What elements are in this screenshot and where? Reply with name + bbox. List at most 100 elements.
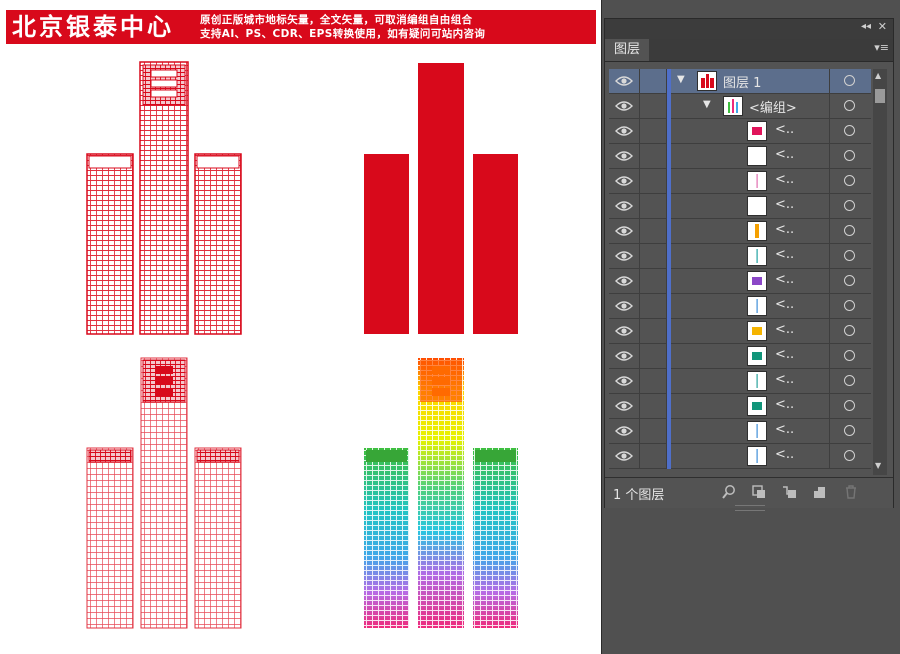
target-circle-icon[interactable] — [844, 75, 855, 86]
lock-toggle[interactable] — [639, 144, 667, 168]
target-cell[interactable] — [829, 194, 871, 218]
collapse-panel-icon[interactable]: ◂◂ — [861, 21, 871, 32]
lock-toggle[interactable] — [639, 269, 667, 293]
item-name[interactable]: <.. — [775, 372, 794, 387]
locate-object-icon[interactable] — [721, 484, 737, 500]
target-circle-icon[interactable] — [844, 450, 855, 461]
lock-toggle[interactable] — [639, 394, 667, 418]
visibility-eye-icon[interactable] — [615, 249, 633, 263]
lock-toggle[interactable] — [639, 219, 667, 243]
target-circle-icon[interactable] — [844, 375, 855, 386]
artwork-gradient-towers[interactable] — [364, 358, 518, 628]
item-name[interactable]: <.. — [775, 297, 794, 312]
artwork-grid-towers[interactable] — [86, 357, 242, 629]
item-name[interactable]: <.. — [775, 247, 794, 262]
layer-row-item[interactable]: <.. — [609, 169, 871, 194]
target-cell[interactable] — [829, 419, 871, 443]
layer-row-item[interactable]: <.. — [609, 144, 871, 169]
lock-toggle[interactable] — [639, 444, 667, 468]
artboard[interactable]: 北京银泰中心 原创正版城市地标矢量，全文矢量，可取消编组自由组合 支持AI、PS… — [0, 0, 602, 654]
target-cell[interactable] — [829, 394, 871, 418]
layer-row-item[interactable]: <.. — [609, 444, 871, 469]
lock-toggle[interactable] — [639, 169, 667, 193]
item-name[interactable]: <.. — [775, 147, 794, 162]
layer-row-item[interactable]: <.. — [609, 394, 871, 419]
target-circle-icon[interactable] — [844, 400, 855, 411]
target-circle-icon[interactable] — [844, 425, 855, 436]
item-name[interactable]: <.. — [775, 272, 794, 287]
target-circle-icon[interactable] — [844, 350, 855, 361]
artwork-solid-towers[interactable] — [364, 63, 518, 334]
target-cell[interactable] — [829, 94, 871, 118]
layer-row-item[interactable]: <.. — [609, 319, 871, 344]
target-cell[interactable] — [829, 144, 871, 168]
lock-toggle[interactable] — [639, 294, 667, 318]
group-name[interactable]: <编组> — [749, 97, 797, 116]
target-cell[interactable] — [829, 294, 871, 318]
target-cell[interactable] — [829, 119, 871, 143]
visibility-eye-icon[interactable] — [615, 149, 633, 163]
visibility-eye-icon[interactable] — [615, 299, 633, 313]
visibility-eye-icon[interactable] — [615, 274, 633, 288]
artwork-outline-towers[interactable] — [86, 61, 242, 335]
visibility-eye-icon[interactable] — [615, 424, 633, 438]
layer-row-layer-1[interactable]: ▼ 图层 1 — [609, 69, 871, 94]
target-circle-icon[interactable] — [844, 275, 855, 286]
item-name[interactable]: <.. — [775, 422, 794, 437]
lock-toggle[interactable] — [639, 244, 667, 268]
layer-row-item[interactable]: <.. — [609, 269, 871, 294]
target-cell[interactable] — [829, 244, 871, 268]
scroll-down-icon[interactable]: ▼ — [875, 461, 881, 470]
item-name[interactable]: <.. — [775, 172, 794, 187]
target-cell[interactable] — [829, 369, 871, 393]
target-cell[interactable] — [829, 444, 871, 468]
item-name[interactable]: <.. — [775, 347, 794, 362]
visibility-eye-icon[interactable] — [615, 349, 633, 363]
visibility-eye-icon[interactable] — [615, 99, 633, 113]
layer-row-item[interactable]: <.. — [609, 194, 871, 219]
expand-triangle-icon[interactable]: ▼ — [703, 99, 711, 110]
target-circle-icon[interactable] — [844, 150, 855, 161]
item-name[interactable]: <.. — [775, 222, 794, 237]
target-cell[interactable] — [829, 344, 871, 368]
layers-list[interactable]: ▼ 图层 1 ▼ <编组> <.. <.. <.. <.. <.. <.. <.… — [609, 69, 871, 475]
layer-name[interactable]: 图层 1 — [723, 72, 761, 91]
target-circle-icon[interactable] — [844, 175, 855, 186]
target-circle-icon[interactable] — [844, 125, 855, 136]
close-panel-icon[interactable]: ✕ — [878, 20, 887, 33]
item-name[interactable]: <.. — [775, 322, 794, 337]
item-name[interactable]: <.. — [775, 122, 794, 137]
visibility-eye-icon[interactable] — [615, 199, 633, 213]
scroll-up-icon[interactable]: ▲ — [875, 71, 881, 80]
visibility-eye-icon[interactable] — [615, 224, 633, 238]
layer-row-item[interactable]: <.. — [609, 119, 871, 144]
visibility-eye-icon[interactable] — [615, 449, 633, 463]
visibility-eye-icon[interactable] — [615, 74, 633, 88]
item-name[interactable]: <.. — [775, 197, 794, 212]
layer-row-item[interactable]: <.. — [609, 369, 871, 394]
panel-menu-icon[interactable]: ▾≡ — [874, 41, 889, 54]
lock-toggle[interactable] — [639, 194, 667, 218]
layer-row-item[interactable]: <.. — [609, 294, 871, 319]
layer-row-group[interactable]: ▼ <编组> — [609, 94, 871, 119]
layer-row-item[interactable]: <.. — [609, 219, 871, 244]
lock-toggle[interactable] — [639, 419, 667, 443]
lock-toggle[interactable] — [639, 369, 667, 393]
target-circle-icon[interactable] — [844, 325, 855, 336]
target-cell[interactable] — [829, 169, 871, 193]
item-name[interactable]: <.. — [775, 397, 794, 412]
target-cell[interactable] — [829, 219, 871, 243]
create-sublayer-icon[interactable] — [781, 484, 797, 500]
tab-layers[interactable]: 图层 — [605, 39, 649, 61]
delete-layer-icon[interactable] — [843, 484, 859, 500]
panel-title-bar[interactable]: ◂◂ ✕ — [605, 19, 893, 39]
visibility-eye-icon[interactable] — [615, 324, 633, 338]
target-circle-icon[interactable] — [844, 100, 855, 111]
lock-toggle[interactable] — [639, 69, 667, 93]
panel-resize-grip[interactable] — [735, 505, 765, 511]
artwork-canvas[interactable] — [0, 0, 601, 654]
layer-row-item[interactable]: <.. — [609, 419, 871, 444]
target-cell[interactable] — [829, 319, 871, 343]
make-clipping-mask-icon[interactable] — [751, 484, 767, 500]
create-new-layer-icon[interactable] — [811, 484, 827, 500]
